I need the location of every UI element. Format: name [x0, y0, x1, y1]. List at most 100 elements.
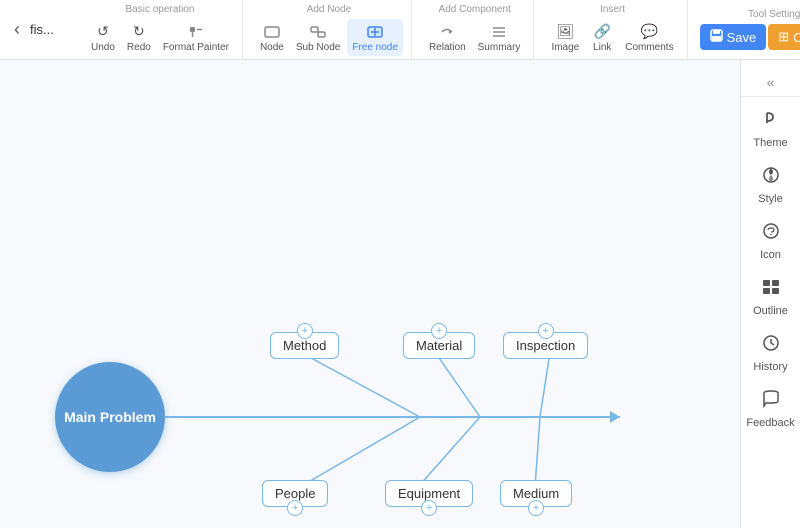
undo-button[interactable]: ↺ Undo	[86, 19, 120, 56]
summary-icon	[491, 22, 507, 42]
history-icon	[761, 333, 781, 358]
relation-label: Relation	[429, 42, 466, 53]
group-label-tool-settings: Tool Settings	[748, 9, 800, 20]
sidebar-item-history[interactable]: History	[741, 325, 800, 381]
toolbar-group-tool-settings: Tool Settings Save ⊞ Collapse	[692, 0, 800, 59]
node-medium[interactable]: Medium +	[500, 480, 572, 507]
image-label: Image	[551, 42, 579, 53]
link-icon: 🔗	[594, 22, 611, 42]
medium-plus-bottom[interactable]: +	[528, 500, 544, 516]
relation-button[interactable]: Relation	[424, 19, 471, 56]
save-label: Save	[727, 30, 757, 45]
main-problem-node[interactable]: Main Problem	[55, 362, 165, 472]
material-plus-top[interactable]: +	[431, 323, 447, 339]
collapse-icon: ⊞	[778, 29, 789, 45]
toolbar-group-add-node: Add Node Node Sub Node Free node	[247, 0, 412, 59]
insert-buttons: 🖼 Image 🔗 Link 💬 Comments	[546, 19, 678, 56]
undo-label: Undo	[91, 42, 115, 53]
sub-node-button[interactable]: Sub Node	[291, 19, 345, 56]
outline-label: Outline	[753, 305, 788, 317]
sidebar-collapse-button[interactable]: «	[741, 68, 800, 97]
node-button[interactable]: Node	[255, 19, 289, 56]
image-button[interactable]: 🖼 Image	[546, 19, 584, 56]
redo-icon: ↻	[133, 22, 145, 42]
group-label-add-node: Add Node	[307, 4, 351, 15]
feedback-icon	[761, 389, 781, 414]
group-label-insert: Insert	[600, 4, 625, 15]
node-people[interactable]: People +	[262, 480, 328, 507]
redo-button[interactable]: ↻ Redo	[122, 19, 156, 56]
back-button[interactable]: ‹	[8, 15, 26, 44]
tool-settings-buttons: Save ⊞ Collapse	[700, 24, 800, 50]
free-node-icon	[367, 22, 383, 42]
theme-icon	[761, 109, 781, 134]
format-painter-icon	[189, 22, 203, 42]
toolbar-group-add-component: Add Component Relation Summary	[416, 0, 535, 59]
sidebar-item-outline[interactable]: Outline	[741, 269, 800, 325]
method-plus-top[interactable]: +	[297, 323, 313, 339]
add-component-buttons: Relation Summary	[424, 19, 526, 56]
undo-icon: ↺	[97, 22, 109, 42]
theme-label: Theme	[753, 137, 787, 149]
node-method[interactable]: + Method	[270, 332, 339, 359]
history-label: History	[753, 361, 787, 373]
right-sidebar: « Theme Style Icon Outline	[740, 60, 800, 528]
style-label: Style	[758, 193, 782, 205]
free-node-button[interactable]: Free node	[347, 19, 403, 56]
equipment-label: Equipment	[398, 486, 460, 501]
save-icon	[710, 29, 723, 45]
summary-label: Summary	[478, 42, 521, 53]
main-content: Main Problem + Method + Material + Inspe…	[0, 60, 800, 528]
relation-icon	[439, 22, 455, 42]
node-inspection[interactable]: + Inspection	[503, 332, 588, 359]
medium-label: Medium	[513, 486, 559, 501]
save-button[interactable]: Save	[700, 24, 767, 50]
main-problem-label: Main Problem	[64, 409, 156, 425]
comments-label: Comments	[625, 42, 673, 53]
feedback-label: Feedback	[746, 417, 794, 429]
format-painter-button[interactable]: Format Painter	[158, 19, 234, 56]
sidebar-item-theme[interactable]: Theme	[741, 101, 800, 157]
collapse-label: Collapse	[793, 30, 800, 45]
sub-node-label: Sub Node	[296, 42, 340, 53]
collapse-sidebar-icon: «	[767, 74, 775, 90]
inspection-label: Inspection	[516, 338, 575, 353]
sidebar-item-style[interactable]: Style	[741, 157, 800, 213]
sidebar-item-icon[interactable]: Icon	[741, 213, 800, 269]
material-label: Material	[416, 338, 462, 353]
method-label: Method	[283, 338, 326, 353]
summary-button[interactable]: Summary	[473, 19, 526, 56]
add-node-buttons: Node Sub Node Free node	[255, 19, 403, 56]
toolbar-group-basic-operation: Basic operation ↺ Undo ↻ Redo Format Pai…	[78, 0, 243, 59]
equipment-plus-bottom[interactable]: +	[421, 500, 437, 516]
redo-label: Redo	[127, 42, 151, 53]
style-icon	[761, 165, 781, 190]
sidebar-item-feedback[interactable]: Feedback	[741, 381, 800, 437]
node-material[interactable]: + Material	[403, 332, 475, 359]
icon-panel-icon	[761, 221, 781, 246]
comments-icon: 💬	[641, 22, 658, 42]
outline-icon	[761, 277, 781, 302]
image-icon: 🖼	[556, 22, 574, 42]
link-button[interactable]: 🔗 Link	[586, 19, 618, 56]
group-label-add-component: Add Component	[439, 4, 511, 15]
node-equipment[interactable]: Equipment +	[385, 480, 473, 507]
group-label-basic: Basic operation	[126, 4, 195, 15]
people-label: People	[275, 486, 315, 501]
document-title: fis...	[30, 22, 66, 37]
basic-op-buttons: ↺ Undo ↻ Redo Format Painter	[86, 19, 234, 56]
node-icon	[264, 22, 280, 42]
node-label: Node	[260, 42, 284, 53]
inspection-plus-top[interactable]: +	[538, 323, 554, 339]
icon-panel-label: Icon	[760, 249, 781, 261]
toolbar: ‹ fis... Basic operation ↺ Undo ↻ Redo F…	[0, 0, 800, 60]
people-plus-bottom[interactable]: +	[287, 500, 303, 516]
toolbar-group-insert: Insert 🖼 Image 🔗 Link 💬 Comments	[538, 0, 687, 59]
comments-button[interactable]: 💬 Comments	[620, 19, 678, 56]
link-label: Link	[593, 42, 611, 53]
free-node-label: Free node	[352, 42, 398, 53]
sub-node-icon	[310, 22, 326, 42]
format-painter-label: Format Painter	[163, 42, 229, 53]
collapse-button[interactable]: ⊞ Collapse	[768, 24, 800, 50]
canvas[interactable]: Main Problem + Method + Material + Inspe…	[0, 60, 740, 528]
